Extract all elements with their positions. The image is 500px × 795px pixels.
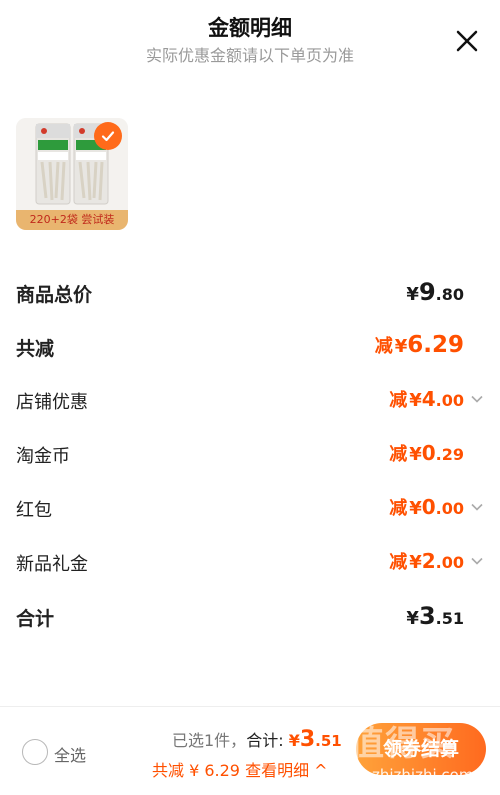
currency-symbol: ¥: [406, 284, 419, 305]
view-detail-link[interactable]: 共减 ¥ 6.29 查看明细 ^: [152, 757, 328, 781]
shop-discount-dec: .00: [435, 391, 464, 410]
shop-discount-int: 4: [421, 387, 436, 411]
discount-prefix: 减: [389, 552, 408, 573]
red-packet-value: 减 ¥0.00: [389, 494, 464, 520]
page-subtitle: 实际优惠金额请以下单页为准: [145, 46, 354, 65]
taojinbi-value: 减 ¥0.29: [389, 440, 464, 466]
currency-symbol: ¥: [409, 552, 422, 573]
currency-symbol: ¥: [409, 444, 422, 465]
new-gift-label: 新品礼金: [16, 554, 88, 575]
checkmark-icon: [101, 131, 115, 142]
red-packet-dec: .00: [435, 499, 464, 518]
product-selected-check[interactable]: [94, 122, 122, 150]
row-taojinbi: 淘金币 减 ¥0.29: [16, 438, 484, 470]
currency-symbol: ¥: [406, 608, 419, 629]
discount-prefix: 减: [374, 336, 393, 357]
currency-symbol: ¥: [409, 498, 422, 519]
close-icon: [456, 30, 478, 52]
new-gift-int: 2: [421, 549, 436, 573]
currency-symbol: ¥: [394, 336, 408, 357]
total-int: 3: [299, 727, 316, 752]
new-gift-value: 减 ¥2.00: [389, 548, 464, 574]
total-discount-int: 6: [407, 332, 424, 358]
total-currency: ¥: [288, 731, 300, 750]
select-all-label: 全选: [54, 746, 87, 765]
red-packet-int: 0: [421, 495, 436, 519]
chevron-down-icon[interactable]: [470, 392, 484, 406]
total-discount-value: 减 ¥6.29: [375, 332, 464, 358]
total-dec: .51: [315, 732, 342, 750]
red-packet-label: 红包: [16, 500, 52, 521]
subtotal-int: 3: [418, 602, 436, 630]
discount-prefix: 减: [389, 390, 408, 411]
select-all-toggle[interactable]: 全选: [20, 737, 120, 767]
product-caption: 220+2袋 尝试装: [16, 210, 128, 230]
new-gift-dec: .00: [435, 553, 464, 572]
close-button[interactable]: [452, 26, 482, 56]
subtotal-dec: .51: [435, 609, 464, 628]
discount-prefix: 减: [389, 444, 408, 465]
total-discount-label: 共减: [16, 338, 55, 360]
currency-symbol: ¥: [409, 390, 422, 411]
selected-count: 已选1件，: [172, 731, 247, 750]
discount-prefix: 减: [389, 498, 408, 519]
select-all-radio[interactable]: [22, 739, 48, 765]
taojinbi-int: 0: [421, 441, 436, 465]
checkout-summary: 已选1件，合计: ¥3.51: [172, 727, 342, 752]
total-price-value: ¥9.80: [406, 278, 464, 306]
subtotal-label: 合计: [16, 608, 55, 630]
taojinbi-dec: .29: [435, 445, 464, 464]
total-price-int: 9: [418, 278, 436, 306]
watermark-url: zhizhizhi.com: [372, 766, 474, 784]
taojinbi-label: 淘金币: [16, 446, 70, 467]
detail-header: 金额明细 实际优惠金额请以下单页为准: [0, 0, 500, 80]
row-total-discount: 共减 减 ¥6.29: [16, 330, 484, 362]
total-discount-dec: .29: [423, 332, 464, 358]
subtotal-value: ¥3.51: [406, 602, 464, 630]
row-subtotal: 合计 ¥3.51: [16, 600, 484, 632]
chevron-down-icon[interactable]: [470, 500, 484, 514]
total-price-dec: .80: [435, 285, 464, 304]
row-red-packet[interactable]: 红包 减 ¥0.00: [16, 492, 484, 524]
row-shop-discount[interactable]: 店铺优惠 减 ¥4.00: [16, 384, 484, 416]
page-title: 金额明细: [208, 16, 292, 40]
total-price-label: 商品总价: [16, 284, 93, 306]
chevron-down-icon[interactable]: [470, 554, 484, 568]
row-total-price: 商品总价 ¥9.80: [16, 276, 484, 308]
watermark-logo: 值得买: [350, 724, 455, 764]
shop-discount-label: 店铺优惠: [16, 392, 88, 413]
row-new-gift[interactable]: 新品礼金 减 ¥2.00: [16, 546, 484, 578]
shop-discount-value: 减 ¥4.00: [389, 386, 464, 412]
total-label: 合计:: [246, 731, 284, 750]
